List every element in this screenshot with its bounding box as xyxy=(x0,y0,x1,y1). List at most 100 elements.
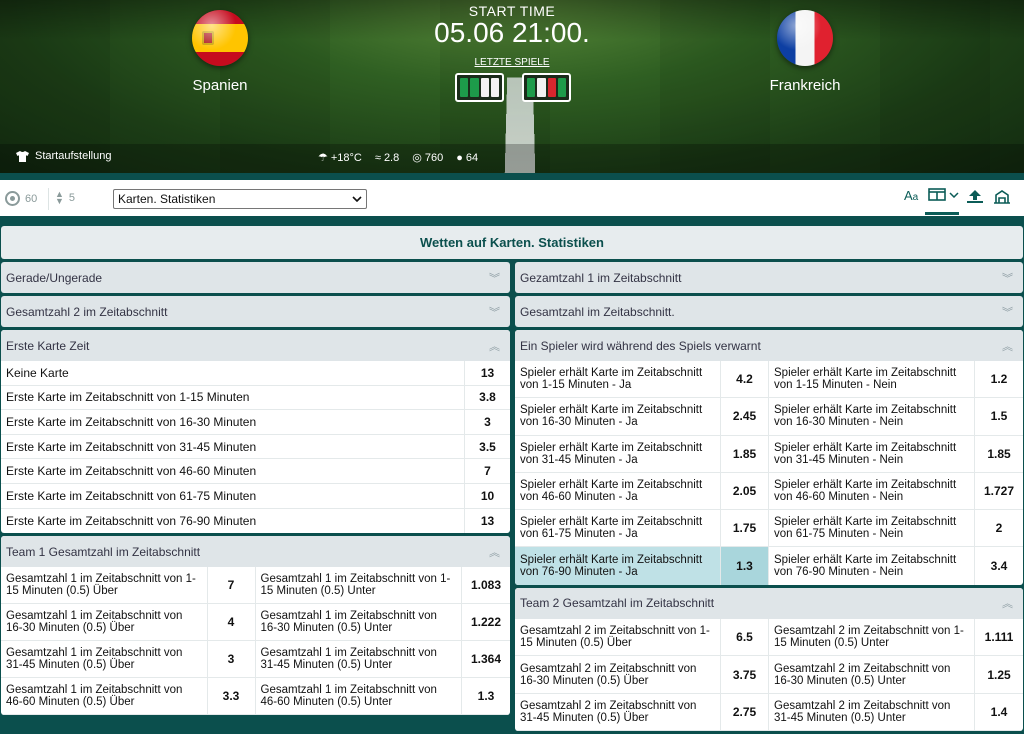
bet-row: Gesamtzahl 1 im Zeitabschnitt von 31-45 … xyxy=(1,641,510,679)
group-header-total2-period[interactable]: Gesamtzahl 2 im Zeitabschnitt ︾ xyxy=(1,296,510,327)
weather-info: ☂ +18°C ≈ 2.8 ◎ 760 ● 64 xyxy=(318,151,479,165)
bet-label[interactable]: Spieler erhält Karte im Zeitabschnitt vo… xyxy=(515,361,720,397)
odds-cell[interactable]: 1.083 xyxy=(461,567,510,604)
bet-label[interactable]: Gesamtzahl 1 im Zeitabschnitt von 46-60 … xyxy=(256,678,462,714)
odds-cell-selected[interactable]: 1.3 xyxy=(720,547,769,585)
odds-cell[interactable]: 1.25 xyxy=(974,656,1023,693)
odds-cell[interactable]: 1.3 xyxy=(461,678,510,715)
odds-cell[interactable]: 3.5 xyxy=(464,434,510,459)
odds-cell[interactable]: 7 xyxy=(464,459,510,483)
odds-cell[interactable]: 1.222 xyxy=(461,604,510,641)
market-category-select[interactable]: Karten. Statistiken xyxy=(113,189,367,209)
odds-cell[interactable]: 10 xyxy=(464,483,510,508)
home-form-indicator[interactable] xyxy=(455,73,504,102)
bet-label[interactable]: Spieler erhält Karte im Zeitabschnitt vo… xyxy=(769,547,974,584)
away-team-name[interactable]: Frankreich xyxy=(735,77,875,94)
market-group: Gerade/Ungerade ︾ xyxy=(1,262,510,293)
odds-cell[interactable]: 2.75 xyxy=(720,693,769,731)
odds-cell[interactable]: 2.45 xyxy=(720,398,769,435)
font-size-button[interactable]: Aa xyxy=(904,188,918,203)
group-header-total1-period[interactable]: Gezamtzahl 1 im Zeitabschnitt ︾ xyxy=(515,262,1023,293)
odds-cell[interactable]: 13 xyxy=(464,508,510,534)
odds-cell[interactable]: 4 xyxy=(206,604,256,641)
active-tool-underline xyxy=(925,212,959,215)
bet-label[interactable]: Gesamtzahl 2 im Zeitabschnitt von 16-30 … xyxy=(515,656,720,693)
pressure-icon: ◎ xyxy=(412,152,422,164)
home-team-name[interactable]: Spanien xyxy=(150,77,290,94)
group-header-first-card-time[interactable]: Erste Karte Zeit ︽ xyxy=(1,330,510,361)
bet-label[interactable]: Gesamtzahl 2 im Zeitabschnitt von 31-45 … xyxy=(769,694,974,731)
bet-row: Spieler erhält Karte im Zeitabschnitt vo… xyxy=(515,398,1023,436)
odds-cell[interactable]: 3 xyxy=(464,410,510,434)
bet-label[interactable]: Gesamtzahl 2 im Zeitabschnitt von 1-15 M… xyxy=(515,619,720,656)
odds-cell[interactable]: 2.05 xyxy=(720,472,769,510)
group-header-player-booked[interactable]: Ein Spieler wird während des Spiels verw… xyxy=(515,330,1023,361)
odds-cell[interactable]: 1.4 xyxy=(974,693,1023,731)
bet-row[interactable]: Erste Karte im Zeitabschnitt von 16-30 M… xyxy=(1,410,510,435)
bet-row[interactable]: Erste Karte im Zeitabschnitt von 31-45 M… xyxy=(1,434,510,460)
bet-label[interactable]: Gesamtzahl 1 im Zeitabschnitt von 1-15 M… xyxy=(1,567,207,603)
odds-cell[interactable]: 1.2 xyxy=(974,361,1023,398)
bet-label[interactable]: Gesamtzahl 2 im Zeitabschnitt von 31-45 … xyxy=(515,694,720,731)
odds-cell[interactable]: 7 xyxy=(206,567,256,604)
bet-row[interactable]: Erste Karte im Zeitabschnitt von 76-90 M… xyxy=(1,508,510,534)
statistics-button[interactable] xyxy=(993,188,1011,204)
collapse-all-button[interactable] xyxy=(966,188,984,204)
select-value: Karten. Statistiken xyxy=(118,192,216,206)
bet-label[interactable]: Gesamtzahl 1 im Zeitabschnitt von 16-30 … xyxy=(1,604,207,640)
chevron-double-down-icon: ︾ xyxy=(1002,306,1013,319)
bet-label-selected[interactable]: Spieler erhält Karte im Zeitabschnitt vo… xyxy=(515,547,720,585)
bet-label[interactable]: Gesamtzahl 1 im Zeitabschnitt von 46-60 … xyxy=(1,678,207,714)
odds-cell[interactable]: 3.4 xyxy=(974,547,1023,585)
bet-label[interactable]: Spieler erhält Karte im Zeitabschnitt vo… xyxy=(515,473,720,509)
group-header-team2-total[interactable]: Team 2 Gesamtzahl im Zeitabschnitt ︽ xyxy=(515,587,1023,619)
humidity: 64 xyxy=(465,151,479,164)
bet-label[interactable]: Spieler erhält Karte im Zeitabschnitt vo… xyxy=(515,398,720,434)
bet-label[interactable]: Spieler erhält Karte im Zeitabschnitt vo… xyxy=(769,510,974,546)
odds-cell[interactable]: 3 xyxy=(206,641,256,678)
odds-cell[interactable]: 13 xyxy=(464,361,510,385)
bet-label[interactable]: Spieler erhält Karte im Zeitabschnitt vo… xyxy=(769,398,974,434)
lineup-button[interactable]: Startaufstellung xyxy=(16,150,111,162)
odds-cell[interactable]: 3.3 xyxy=(206,678,256,715)
odds-cell[interactable]: 1.727 xyxy=(974,472,1023,510)
bet-label[interactable]: Gesamtzahl 1 im Zeitabschnitt von 1-15 M… xyxy=(256,567,462,603)
bet-row[interactable]: Erste Karte im Zeitabschnitt von 46-60 M… xyxy=(1,459,510,484)
market-group: Gezamtzahl 1 im Zeitabschnitt ︾ xyxy=(515,262,1023,293)
away-form-indicator[interactable] xyxy=(522,73,571,102)
bet-label[interactable]: Spieler erhält Karte im Zeitabschnitt vo… xyxy=(515,436,720,472)
odds-cell[interactable]: 4.2 xyxy=(720,361,769,398)
bet-label[interactable]: Gesamtzahl 1 im Zeitabschnitt von 31-45 … xyxy=(1,641,207,677)
odds-cell[interactable]: 1.111 xyxy=(974,618,1023,656)
odds-cell[interactable]: 1.75 xyxy=(720,510,769,547)
last-games-link[interactable]: LETZTE SPIELE xyxy=(462,57,562,68)
bet-label[interactable]: Gesamtzahl 1 im Zeitabschnitt von 31-45 … xyxy=(256,641,462,677)
bet-row[interactable]: Erste Karte im Zeitabschnitt von 1-15 Mi… xyxy=(1,385,510,411)
bet-row[interactable]: Erste Karte im Zeitabschnitt von 61-75 M… xyxy=(1,483,510,509)
markets-count[interactable]: 60 xyxy=(5,191,37,206)
bet-row: Spieler erhält Karte im Zeitabschnitt vo… xyxy=(515,435,1023,473)
group-header-team1-total[interactable]: Team 1 Gesamtzahl im Zeitabschnitt ︽ xyxy=(1,536,510,568)
group-header-total-period[interactable]: Gesamtzahl im Zeitabschnitt. ︾ xyxy=(515,296,1023,327)
odds-cell[interactable]: 1.5 xyxy=(974,398,1023,435)
odds-cell[interactable]: 3.8 xyxy=(464,385,510,410)
bet-label[interactable]: Gesamtzahl 2 im Zeitabschnitt von 1-15 M… xyxy=(769,619,974,656)
group-title: Gezamtzahl 1 im Zeitabschnitt xyxy=(520,270,682,285)
updown-count[interactable]: ▲ ▼ 5 xyxy=(55,190,75,206)
odds-cell[interactable]: 1.85 xyxy=(720,435,769,472)
bet-label[interactable]: Spieler erhält Karte im Zeitabschnitt vo… xyxy=(769,361,974,397)
bet-label[interactable]: Spieler erhält Karte im Zeitabschnitt vo… xyxy=(515,510,720,546)
odds-cell[interactable]: 1.364 xyxy=(461,641,510,678)
bet-label[interactable]: Spieler erhält Karte im Zeitabschnitt vo… xyxy=(769,436,974,472)
bet-row[interactable]: Keine Karte 13 xyxy=(1,361,510,386)
group-header-odd-even[interactable]: Gerade/Ungerade ︾ xyxy=(1,262,510,293)
layout-button[interactable] xyxy=(928,188,959,201)
odds-cell[interactable]: 6.5 xyxy=(720,618,769,656)
odds-cell[interactable]: 2 xyxy=(974,510,1023,547)
odds-cell[interactable]: 3.75 xyxy=(720,656,769,693)
odds-cell[interactable]: 1.85 xyxy=(974,435,1023,472)
bet-label[interactable]: Gesamtzahl 1 im Zeitabschnitt von 16-30 … xyxy=(256,604,462,640)
bet-label[interactable]: Spieler erhält Karte im Zeitabschnitt vo… xyxy=(769,473,974,509)
bet-label: Erste Karte im Zeitabschnitt von 61-75 M… xyxy=(6,488,257,503)
bet-label[interactable]: Gesamtzahl 2 im Zeitabschnitt von 16-30 … xyxy=(769,656,974,693)
